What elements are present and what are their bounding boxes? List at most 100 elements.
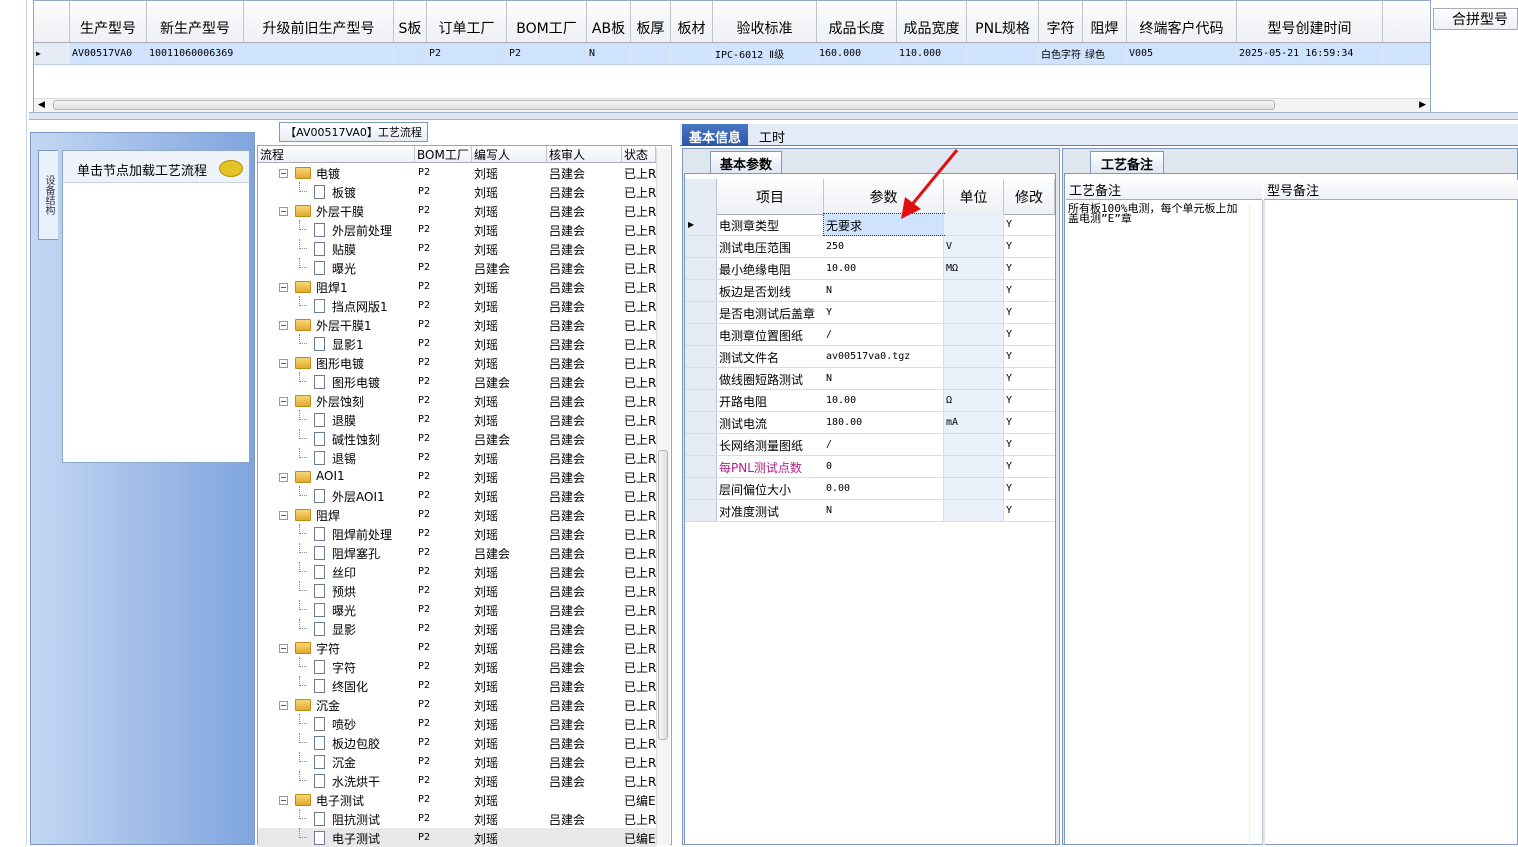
scroll-left-icon[interactable]: ◀ — [38, 100, 45, 110]
tab-process-notes[interactable]: 工艺备注 — [1090, 151, 1164, 173]
process-tree-row[interactable]: 阻抗测试 P2 刘瑶 吕建会 已上R — [258, 809, 656, 828]
param-modify-flag[interactable]: Y — [1006, 285, 1012, 296]
param-row[interactable]: ▶ 电测章类型 无要求 Y — [685, 213, 1055, 236]
params-col-header[interactable]: 修改 — [1004, 179, 1055, 215]
param-row-selector[interactable] — [685, 434, 717, 455]
param-row-selector[interactable] — [685, 324, 717, 345]
param-modify-flag[interactable]: Y — [1006, 395, 1012, 406]
param-row-selector[interactable] — [685, 456, 717, 477]
param-value[interactable]: 无要求 — [826, 217, 862, 234]
param-modify-flag[interactable]: Y — [1006, 263, 1012, 274]
param-row[interactable]: 测试电压范围 250 V Y — [685, 236, 1055, 258]
product-grid-cell[interactable]: 白色字符 — [1039, 43, 1083, 64]
process-tree-row[interactable]: 贴膜 P2 刘瑶 吕建会 已上R — [258, 239, 656, 258]
process-tree-row[interactable]: − 电镀 P2 刘瑶 吕建会 已上R — [258, 163, 656, 182]
product-grid-col-header[interactable]: S板 — [394, 1, 427, 42]
param-value[interactable]: / — [826, 329, 832, 340]
process-tree-row[interactable]: 电子测试 P2 刘瑶 已编E — [258, 828, 656, 847]
product-grid-cell[interactable] — [244, 43, 394, 64]
collapse-icon[interactable]: − — [279, 473, 288, 482]
collapse-icon[interactable]: − — [279, 511, 288, 520]
merge-model-header[interactable]: 合拼型号 — [1433, 8, 1518, 30]
param-value[interactable]: 10.00 — [826, 395, 856, 406]
product-grid-col-header[interactable]: 升级前旧生产型号 — [244, 1, 394, 42]
product-grid-col-header[interactable]: 订单工厂 — [427, 1, 507, 42]
process-tree-row[interactable]: 沉金 P2 刘瑶 吕建会 已上R — [258, 752, 656, 771]
product-grid-cell[interactable] — [671, 43, 713, 64]
product-grid-col-header[interactable]: 阻焊 — [1083, 1, 1127, 42]
param-row[interactable]: 开路电阻 10.00 Ω Y — [685, 390, 1055, 412]
tab-basic-params[interactable]: 基本参数 — [710, 151, 782, 173]
product-grid-cell[interactable]: P2 — [427, 43, 507, 64]
process-tree-row[interactable]: − 电子测试 P2 刘瑶 已编E — [258, 790, 656, 809]
param-modify-flag[interactable]: Y — [1006, 483, 1012, 494]
product-grid-cell[interactable]: N — [587, 43, 631, 64]
process-tree-row[interactable]: 板边包胶 P2 刘瑶 吕建会 已上R — [258, 733, 656, 752]
product-grid-hscroll-thumb[interactable] — [53, 100, 1275, 110]
process-tree-vscroll-thumb[interactable] — [658, 450, 668, 740]
process-tree-row[interactable]: 板镀 P2 刘瑶 吕建会 已上R — [258, 182, 656, 201]
param-row-selector[interactable] — [685, 280, 717, 301]
product-grid-col-header[interactable]: BOM工厂 — [507, 1, 587, 42]
param-value[interactable]: N — [826, 285, 832, 296]
param-modify-flag[interactable]: Y — [1006, 307, 1012, 318]
params-col-header[interactable]: 项目 — [717, 179, 824, 215]
process-tree-row[interactable]: 显影 P2 刘瑶 吕建会 已上R — [258, 619, 656, 638]
process-tree-row[interactable]: 挡点网版1 P2 刘瑶 吕建会 已上R — [258, 296, 656, 315]
param-row-selector[interactable] — [685, 346, 717, 367]
product-grid-col-header[interactable]: 验收标准 — [713, 1, 817, 42]
process-col-header[interactable]: 编写人 — [472, 146, 547, 163]
collapse-icon[interactable]: − — [279, 701, 288, 710]
product-grid-col-header[interactable]: 生产型号 — [70, 1, 147, 42]
process-tree-row[interactable]: − 阻焊1 P2 刘瑶 吕建会 已上R — [258, 277, 656, 296]
process-tree-row[interactable]: 阻焊塞孔 P2 吕建会 吕建会 已上R — [258, 543, 656, 562]
param-row-selector[interactable] — [685, 500, 717, 521]
param-modify-flag[interactable]: Y — [1006, 373, 1012, 384]
param-value[interactable]: 250 — [826, 241, 844, 252]
process-tree-row[interactable]: 退膜 P2 刘瑶 吕建会 已上R — [258, 410, 656, 429]
collapse-icon[interactable]: − — [279, 283, 288, 292]
param-row-selector[interactable] — [685, 368, 717, 389]
product-grid-cell[interactable]: P2 — [507, 43, 587, 64]
product-grid-cell[interactable] — [631, 43, 671, 64]
collapse-icon[interactable]: − — [279, 359, 288, 368]
process-tree-row[interactable]: 丝印 P2 刘瑶 吕建会 已上R — [258, 562, 656, 581]
param-row[interactable]: 电测章位置图纸 / Y — [685, 324, 1055, 346]
process-col-header[interactable]: 状态 — [622, 146, 656, 163]
param-modify-flag[interactable]: Y — [1006, 439, 1012, 450]
process-notes-text[interactable]: 所有板100%电测，每个单元板上加盖电测”E”章 — [1068, 203, 1248, 244]
param-row[interactable]: 测试文件名 av00517va0.tgz Y — [685, 346, 1055, 368]
param-value[interactable]: 180.00 — [826, 417, 862, 428]
param-modify-flag[interactable]: Y — [1006, 241, 1012, 252]
product-grid-cell[interactable]: V005 — [1127, 43, 1237, 64]
product-grid-col-header[interactable]: 成品长度 — [817, 1, 897, 42]
collapse-icon[interactable]: − — [279, 207, 288, 216]
param-row[interactable]: 测试电流 180.00 mA Y — [685, 412, 1055, 434]
collapse-icon[interactable]: − — [279, 796, 288, 805]
process-tree-row[interactable]: − AOI1 P2 刘瑶 吕建会 已上R — [258, 467, 656, 486]
param-modify-flag[interactable]: Y — [1006, 219, 1012, 230]
product-grid-cell[interactable]: 绿色 — [1083, 43, 1127, 64]
scroll-right-icon[interactable]: ▶ — [1419, 100, 1426, 110]
param-row[interactable]: 层间偏位大小 0.00 Y — [685, 478, 1055, 500]
process-flow-tab[interactable]: 【AV00517VA0】工艺流程 — [279, 122, 428, 142]
param-value[interactable]: N — [826, 373, 832, 384]
param-modify-flag[interactable]: Y — [1006, 329, 1012, 340]
product-grid-cell[interactable]: 10011060006369 — [147, 43, 244, 64]
horizontal-splitter[interactable] — [29, 112, 1518, 120]
param-value[interactable]: 0 — [826, 461, 832, 472]
equipment-structure-tab[interactable]: 设备结构 — [38, 150, 58, 240]
process-tree-row[interactable]: 阻焊前处理 P2 刘瑶 吕建会 已上R — [258, 524, 656, 543]
process-tree-row[interactable]: 图形电镀 P2 吕建会 吕建会 已上R — [258, 372, 656, 391]
process-tree-row[interactable]: 终固化 P2 刘瑶 吕建会 已上R — [258, 676, 656, 695]
param-row-selector[interactable] — [685, 478, 717, 499]
param-row[interactable]: 长网络测量图纸 / Y — [685, 434, 1055, 456]
process-tree-row[interactable]: 外层前处理 P2 刘瑶 吕建会 已上R — [258, 220, 656, 239]
param-modify-flag[interactable]: Y — [1006, 461, 1012, 472]
param-value[interactable]: N — [826, 505, 832, 516]
product-grid-row[interactable]: ▶ AV00517VA0 10011060006369 P2 P2 N IPC-6012 Ⅱ… — [34, 43, 1430, 65]
tab-work-hours[interactable]: 工时 — [752, 124, 792, 146]
param-value[interactable]: / — [826, 439, 832, 450]
row-selector-icon[interactable]: ▶ — [34, 43, 70, 64]
param-value[interactable]: 10.00 — [826, 263, 856, 274]
